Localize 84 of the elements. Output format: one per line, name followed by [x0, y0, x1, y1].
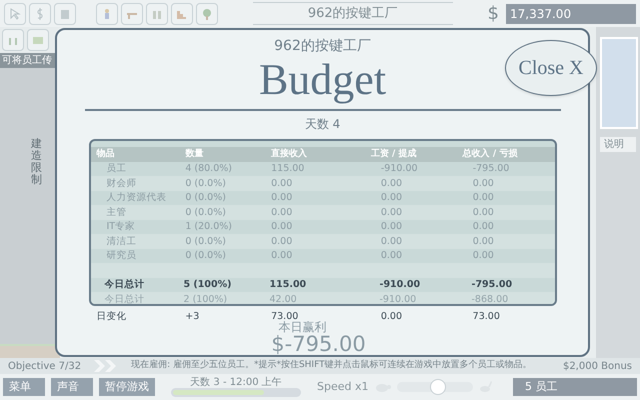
speed-slider[interactable]: [396, 382, 472, 392]
table-cell-text: 0.00: [472, 249, 495, 264]
help-button[interactable]: 说明: [600, 137, 636, 152]
table-cell-text: IT专家: [106, 220, 136, 234]
dollar-icon[interactable]: [29, 2, 51, 24]
table-cell-text: 0.00: [380, 176, 404, 191]
table-cell-text: 0.00: [472, 220, 495, 234]
table-cell-text: 0 (0.0%): [184, 191, 227, 206]
budget-title: Budget: [258, 57, 386, 103]
column-header: 数量: [184, 148, 204, 161]
menu-button[interactable]: 声音: [51, 378, 93, 396]
company-title: 962的按键工厂: [252, 2, 453, 26]
worker-icon[interactable]: [96, 2, 118, 24]
table-cell-text: 员工: [106, 162, 128, 176]
change-cell-text: 73.00: [270, 310, 298, 322]
table-cell-text: 4 (80.0%): [184, 162, 233, 176]
speed-label: Speed x1: [317, 378, 368, 395]
table-cell-text: 0.00: [380, 191, 404, 206]
menu-button[interactable]: 暂停游戏: [99, 378, 155, 396]
column-header: 总收入 / 亏损: [461, 148, 518, 161]
table-cell-text: 0.00: [380, 249, 404, 264]
bonus-label: $2,000 Bonus: [562, 360, 632, 374]
column-header: 直接收入: [270, 148, 308, 161]
table-cell-text: 清洁工: [106, 234, 138, 249]
change-cell-text: 73.00: [472, 310, 501, 324]
objective-counter: Objective 7/32: [8, 360, 82, 374]
table-cell-text: 5 (100%): [182, 278, 232, 292]
change-cell-text: 日变化: [96, 310, 128, 324]
plant-icon[interactable]: [196, 2, 218, 24]
table-cell-text: 2 (100%): [182, 292, 228, 304]
table-cell-text: 0.00: [380, 206, 404, 220]
game-time: 天数 3 - 12:00 上午: [190, 378, 282, 388]
table-cell-text: 0.00: [270, 249, 294, 264]
table-cell-text: 0.00: [472, 206, 495, 220]
table-cell-text: 1 (20.0%): [184, 220, 233, 234]
table-cell-text: 42.00: [268, 292, 298, 304]
table-cell-text: -795.00: [472, 162, 510, 176]
table-cell-text: 0.00: [270, 206, 294, 220]
slider-thumb[interactable]: [430, 379, 446, 395]
table-cell-text: 今日总计: [104, 292, 146, 304]
table-cell-text: -795.00: [470, 278, 514, 292]
change-cell-text: 0.00: [380, 310, 404, 324]
table-cell-text: 主管: [106, 206, 128, 220]
table-cell-text: 今日总计: [104, 278, 146, 292]
table-cell-text: 115.00: [268, 278, 308, 292]
table-cell-text: -910.00: [378, 292, 418, 304]
table-cell-text: 0.00: [270, 191, 294, 206]
money-display: 17,337.00: [506, 4, 636, 24]
change-cell-text: +3: [184, 310, 200, 324]
table-cell-text: 0.00: [472, 234, 495, 249]
table-cell-text: 115.00: [270, 162, 306, 176]
table-cell-text: 0.00: [270, 234, 294, 249]
column-header: 物品: [96, 148, 116, 161]
currency-symbol: $: [488, 2, 499, 26]
board-icon[interactable]: [27, 29, 49, 51]
stairs-icon[interactable]: [171, 2, 193, 24]
table-cell-text: 0 (0.0%): [184, 206, 227, 220]
ground-strip: [0, 344, 60, 358]
column-header: 工资 / 提成: [370, 148, 418, 161]
table-cell-text: 0.00: [380, 220, 404, 234]
table-cell-text: 研究员: [106, 249, 138, 264]
table-cell-text: -910.00: [378, 278, 422, 292]
table-cell-text: 0 (0.0%): [184, 234, 227, 249]
menu-button[interactable]: 菜单: [3, 378, 45, 396]
table-cell-text: 0 (0.0%): [184, 249, 227, 264]
table-cell-text: 0.00: [270, 220, 294, 234]
table-cell-text: 人力资源代表: [106, 191, 168, 206]
table-cell-text: -868.00: [470, 292, 510, 304]
vertical-label: 建造限制: [31, 138, 42, 188]
table-cell-text: 0.00: [472, 176, 495, 191]
pointer-icon[interactable]: [4, 2, 26, 24]
day-label: 天数 4: [304, 116, 340, 133]
dialog-company: 962的按键工厂: [274, 37, 371, 56]
table-cell-text: 0.00: [380, 234, 404, 249]
table-cell-text: 0.00: [472, 191, 495, 206]
objective-message: 现在雇佣: 雇佣至少五位员工。*提示*按住SHIFT键并点击鼠标可连续在游戏中放置多个员工或物品。: [131, 359, 533, 372]
table-cell-text: 0 (0.0%): [184, 176, 227, 191]
table-cell-text: 0.00: [270, 176, 294, 191]
profit-label: 本日赢利: [278, 321, 326, 333]
table-cell-text: 财会师: [106, 176, 138, 191]
desk-icon[interactable]: [121, 2, 143, 24]
table-cell-text: -910.00: [380, 162, 419, 176]
profit-amount: $-795.00: [271, 333, 366, 355]
employee-count: 5 员工: [513, 378, 637, 396]
